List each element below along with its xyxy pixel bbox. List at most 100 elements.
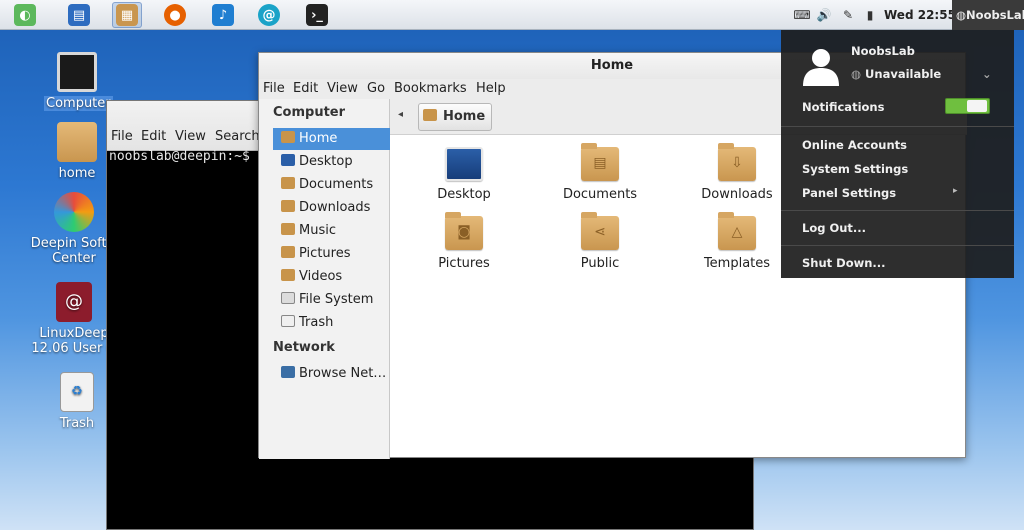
- sidebar-item-label: Browse Net…: [299, 366, 387, 381]
- separator: [781, 245, 1014, 246]
- desktop-icon: [281, 154, 295, 166]
- software-center-icon: [54, 192, 94, 232]
- folder-label: Templates: [703, 256, 771, 271]
- terminal-launcher-icon[interactable]: ›_: [302, 2, 332, 28]
- drive-icon: [281, 292, 295, 304]
- folder-downloads[interactable]: ⇩ Downloads: [687, 143, 787, 202]
- home-folder-icon: [57, 122, 97, 162]
- sidebar-item-videos[interactable]: Videos: [259, 266, 390, 288]
- sidebar-item-label: Documents: [299, 177, 374, 192]
- menu-view[interactable]: View: [327, 81, 358, 96]
- sidebar-item-music[interactable]: Music: [259, 220, 390, 242]
- submenu-arrow-icon: ▸: [953, 186, 958, 196]
- menu-edit[interactable]: Edit: [293, 81, 318, 96]
- downloads-icon: [281, 200, 295, 212]
- menu-bookmarks[interactable]: Bookmarks: [394, 81, 467, 96]
- status-selector[interactable]: ◍ Unavailable: [851, 67, 941, 81]
- folder-public[interactable]: ⋖ Public: [550, 212, 650, 271]
- sidebar-item-trash[interactable]: Trash: [259, 312, 390, 334]
- pen-icon[interactable]: ✎: [840, 0, 856, 30]
- folder-pictures[interactable]: ◙ Pictures: [414, 212, 514, 271]
- chevron-down-icon[interactable]: ⌄: [982, 67, 992, 81]
- battery-icon[interactable]: ▮: [862, 0, 878, 30]
- pictures-icon: [281, 246, 295, 258]
- sidebar-item-desktop[interactable]: Desktop: [259, 151, 390, 173]
- desktop-icon-home[interactable]: home: [44, 122, 110, 181]
- path-back-arrow-icon[interactable]: ◂: [398, 109, 403, 120]
- terminal-menu-view[interactable]: View: [175, 129, 206, 144]
- menu-file[interactable]: File: [263, 81, 285, 96]
- separator: [781, 126, 1014, 127]
- public-folder-icon: ⋖: [581, 212, 619, 250]
- sidebar-item-documents[interactable]: Documents: [259, 174, 390, 196]
- sidebar-item-label: Pictures: [299, 246, 351, 261]
- menu-online-accounts[interactable]: Online Accounts: [802, 138, 907, 152]
- desktop-icon-label: LinuxDeep: [39, 326, 109, 341]
- menu-go[interactable]: Go: [367, 81, 385, 96]
- home-icon: [423, 109, 437, 121]
- software-center-launcher-icon[interactable]: ▦: [112, 2, 142, 28]
- desktop-folder-icon: [445, 147, 483, 181]
- home-icon: [281, 131, 295, 143]
- sidebar-item-label: Videos: [299, 269, 343, 284]
- desktop-icon-label-line2: Center: [52, 251, 96, 266]
- separator: [781, 210, 1014, 211]
- user-guide-icon: @: [56, 282, 92, 322]
- sidebar-heading-network: Network: [273, 340, 335, 355]
- sidebar-item-pictures[interactable]: Pictures: [259, 243, 390, 265]
- folder-templates[interactable]: △ Templates: [687, 212, 787, 271]
- sidebar-item-home[interactable]: Home: [273, 128, 390, 150]
- menu-shut-down[interactable]: Shut Down...: [802, 256, 886, 270]
- terminal-menu-search[interactable]: Search: [215, 129, 260, 144]
- terminal-menu-edit[interactable]: Edit: [141, 129, 166, 144]
- music-player-launcher-icon[interactable]: ♪: [208, 2, 238, 28]
- trash-icon: [281, 315, 295, 327]
- desktop-icon-label: Trash: [59, 416, 95, 431]
- videos-icon: [281, 269, 295, 281]
- sidebar-item-label: Music: [299, 223, 336, 238]
- status-icon: ◍: [851, 67, 866, 81]
- path-button-home[interactable]: Home: [418, 103, 493, 131]
- documents-folder-icon: ▤: [581, 143, 619, 181]
- sidebar-item-label: Desktop: [299, 154, 353, 169]
- volume-icon[interactable]: 🔊: [816, 0, 832, 30]
- menu-panel-settings[interactable]: Panel Settings: [802, 186, 896, 200]
- downloads-folder-icon: ⇩: [718, 143, 756, 181]
- clock[interactable]: Wed 22:55: [884, 0, 956, 30]
- pictures-folder-icon: ◙: [445, 212, 483, 250]
- desktop-icon-trash[interactable]: ♻ Trash: [44, 372, 110, 431]
- panel-username: NoobsLab: [966, 8, 1024, 22]
- menu-system-settings[interactable]: System Settings: [802, 162, 908, 176]
- panel-user-button[interactable]: ◍NoobsLab: [952, 0, 1024, 30]
- folder-label: Pictures: [438, 256, 490, 271]
- notifications-label: Notifications: [802, 100, 885, 114]
- menu-help[interactable]: Help: [476, 81, 506, 96]
- desktop-icon-computer[interactable]: Computer: [44, 52, 113, 111]
- firefox-launcher-icon[interactable]: ●: [160, 2, 190, 28]
- desktop-icon-label: home: [58, 166, 96, 181]
- computer-icon: [57, 52, 97, 92]
- folder-label: Documents: [562, 187, 638, 202]
- terminal-menu-file[interactable]: File: [111, 129, 133, 144]
- folder-label: Desktop: [437, 187, 491, 202]
- deepin-launcher-icon[interactable]: ◐: [10, 2, 40, 28]
- folder-desktop[interactable]: Desktop: [414, 147, 514, 202]
- sidebar-item-label: Downloads: [299, 200, 371, 215]
- keyboard-icon[interactable]: ⌨: [793, 0, 810, 30]
- sidebar: Computer Home Desktop Documents Download…: [259, 99, 390, 459]
- terminal-prompt[interactable]: noobslab@deepin:~$: [109, 149, 250, 164]
- sidebar-heading-computer: Computer: [273, 105, 346, 120]
- documents-icon: [281, 177, 295, 189]
- chat-launcher-icon[interactable]: @: [254, 2, 284, 28]
- file-manager-launcher-icon[interactable]: ▤: [64, 2, 94, 28]
- sidebar-item-label: Trash: [299, 315, 334, 330]
- user-menu: NoobsLab ◍ Unavailable ⌄ Notifications O…: [781, 30, 1014, 278]
- folder-documents[interactable]: ▤ Documents: [550, 143, 650, 202]
- sidebar-item-downloads[interactable]: Downloads: [259, 197, 390, 219]
- menu-log-out[interactable]: Log Out...: [802, 221, 866, 235]
- sidebar-item-file-system[interactable]: File System: [259, 289, 390, 311]
- sidebar-item-browse-network[interactable]: Browse Net…: [259, 363, 390, 385]
- sidebar-item-label: File System: [299, 292, 374, 307]
- notifications-toggle[interactable]: [945, 98, 990, 114]
- path-button-label: Home: [443, 109, 486, 124]
